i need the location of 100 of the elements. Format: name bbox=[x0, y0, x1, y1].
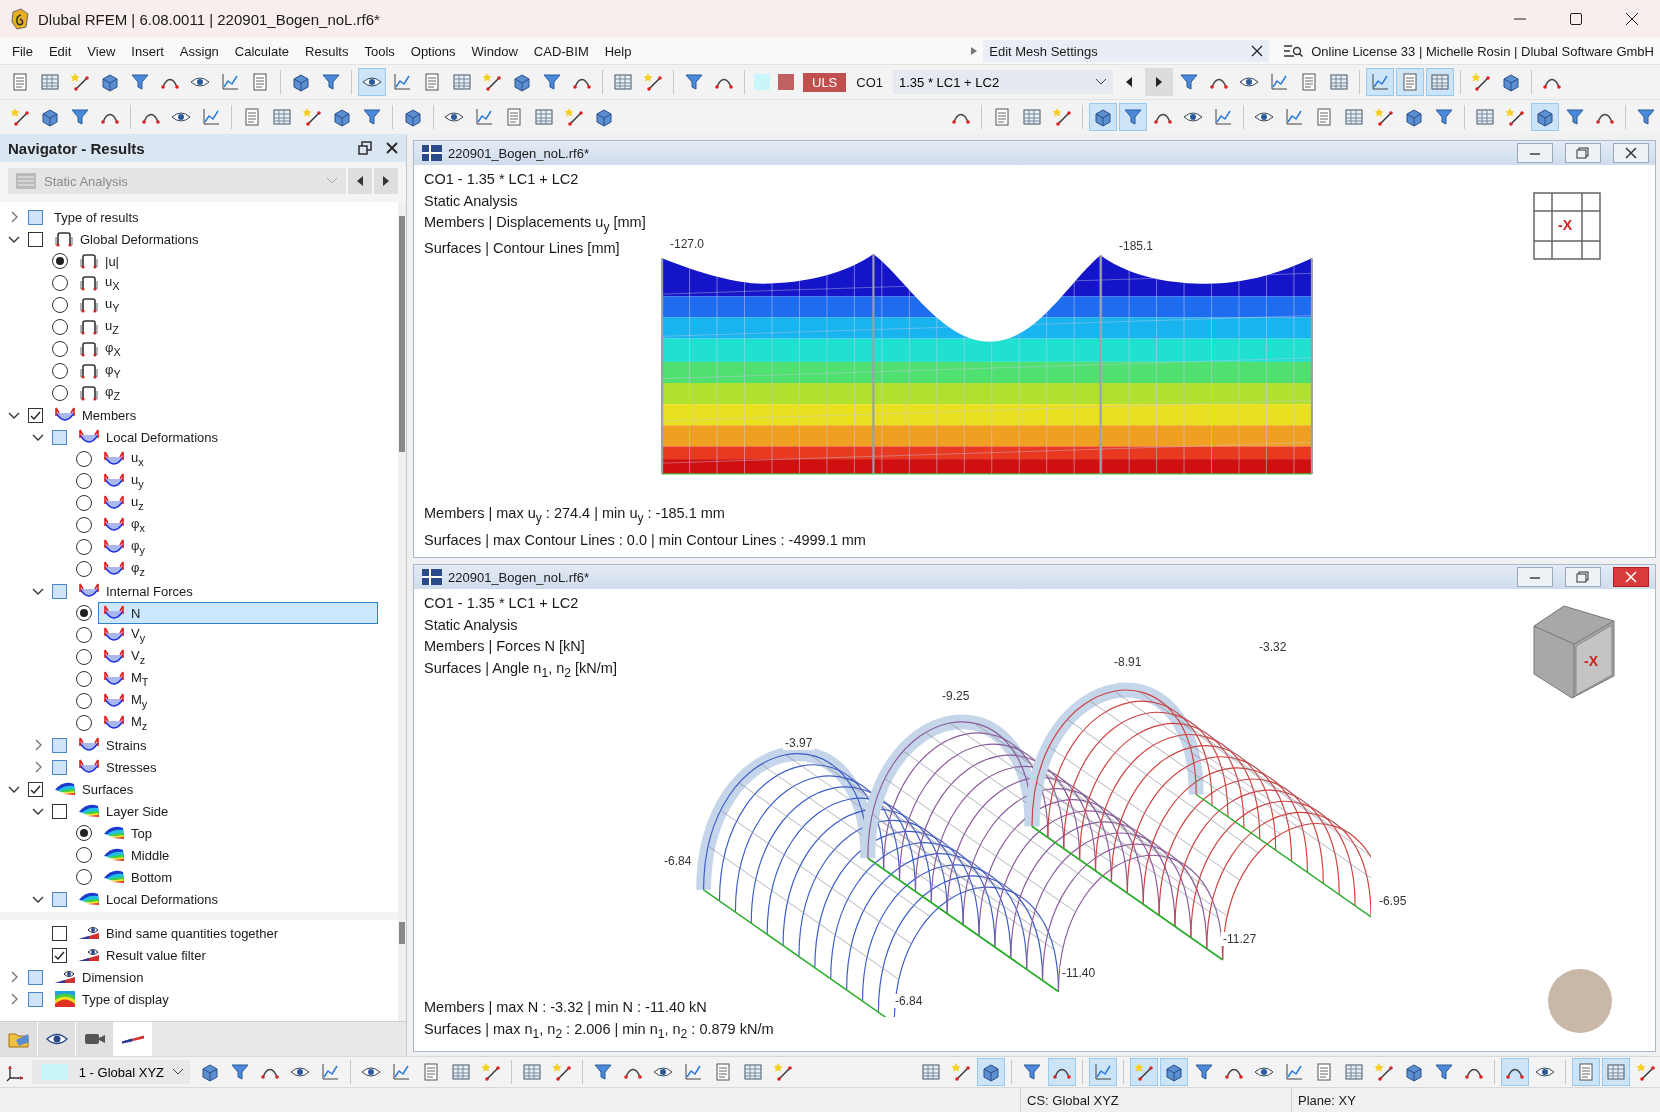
tree-item[interactable]: Surfaces bbox=[49, 778, 378, 800]
menu-item[interactable]: View bbox=[79, 43, 124, 59]
checkbox[interactable] bbox=[52, 891, 67, 907]
tree-item[interactable]: N bbox=[98, 602, 378, 624]
menu-item[interactable]: Options bbox=[402, 43, 464, 59]
radio-button[interactable] bbox=[76, 473, 92, 489]
radio-button[interactable] bbox=[76, 627, 92, 643]
menu-item[interactable]: Edit bbox=[40, 43, 80, 59]
menu-item[interactable]: Assign bbox=[171, 43, 227, 59]
tree-item[interactable]: u$_{X}$ bbox=[74, 272, 378, 294]
tool-button[interactable] bbox=[1089, 103, 1117, 131]
menu-item[interactable]: Tools bbox=[356, 43, 403, 59]
checkbox[interactable] bbox=[28, 407, 43, 423]
radio-button[interactable] bbox=[76, 539, 92, 555]
close-button[interactable] bbox=[1613, 567, 1649, 587]
menu-item[interactable]: CAD-BIM bbox=[525, 43, 597, 59]
menu-item[interactable]: File bbox=[4, 43, 41, 59]
tree-item[interactable]: M$_{z}$ bbox=[98, 712, 378, 734]
menu-item[interactable]: Calculate bbox=[226, 43, 298, 59]
view-grid-icon[interactable] bbox=[1532, 191, 1602, 261]
tree-item[interactable]: M$_{T}$ bbox=[98, 668, 378, 690]
checkbox[interactable] bbox=[52, 947, 67, 963]
coordinate-system-dropdown[interactable]: 1 - Global XYZ bbox=[32, 1060, 190, 1084]
close-icon[interactable] bbox=[386, 142, 398, 154]
checkbox[interactable] bbox=[52, 759, 67, 775]
close-icon[interactable] bbox=[1251, 45, 1264, 57]
tree-item[interactable]: u$_{y}$ bbox=[98, 470, 378, 492]
menu-item[interactable]: Help bbox=[596, 43, 640, 59]
tree-item[interactable]: φ$_{z}$ bbox=[98, 558, 378, 580]
search-list-icon[interactable] bbox=[1283, 43, 1304, 59]
scrollbar-thumb[interactable] bbox=[399, 216, 405, 452]
tree-item[interactable]: u$_{z}$ bbox=[98, 492, 378, 514]
checkbox[interactable] bbox=[28, 969, 43, 985]
restore-button[interactable] bbox=[1565, 567, 1601, 587]
navigator-tab[interactable] bbox=[114, 1022, 152, 1056]
scrollbar-thumb[interactable] bbox=[399, 922, 405, 944]
tree-item[interactable]: V$_{y}$ bbox=[98, 624, 378, 646]
close-button[interactable] bbox=[1613, 143, 1649, 163]
radio-button[interactable] bbox=[76, 869, 92, 885]
tool-button[interactable] bbox=[1119, 103, 1147, 131]
next-button[interactable] bbox=[1145, 68, 1174, 96]
menu-item[interactable]: Insert bbox=[123, 43, 172, 59]
checkbox[interactable] bbox=[52, 583, 67, 599]
tool-button[interactable] bbox=[1048, 1058, 1076, 1086]
checkbox[interactable] bbox=[28, 991, 43, 1007]
radio-button[interactable] bbox=[52, 253, 68, 269]
tree-item[interactable]: Type of results bbox=[49, 206, 378, 228]
menu-item[interactable]: Window bbox=[463, 43, 526, 59]
tree-item[interactable]: Result value filter bbox=[73, 944, 378, 966]
menu-item[interactable]: Results bbox=[297, 43, 357, 59]
tree-item[interactable]: Layer Side bbox=[73, 800, 378, 822]
tree-item[interactable]: φ$_{y}$ bbox=[98, 536, 378, 558]
radio-button[interactable] bbox=[76, 693, 92, 709]
tree-item[interactable]: φ$_{Z}$ bbox=[74, 382, 378, 404]
navigator-tab[interactable] bbox=[38, 1022, 76, 1056]
radio-button[interactable] bbox=[76, 649, 92, 665]
restore-icon[interactable] bbox=[358, 141, 372, 155]
radio-button[interactable] bbox=[76, 715, 92, 731]
tree-item[interactable]: Global Deformations bbox=[49, 228, 378, 250]
radio-button[interactable] bbox=[52, 297, 68, 313]
restore-button[interactable] bbox=[1565, 143, 1601, 163]
radio-button[interactable] bbox=[76, 451, 92, 467]
tool-button[interactable] bbox=[358, 68, 386, 96]
radio-button[interactable] bbox=[76, 825, 92, 841]
tool-button[interactable] bbox=[1501, 1058, 1529, 1086]
checkbox[interactable] bbox=[52, 737, 67, 753]
radio-button[interactable] bbox=[76, 517, 92, 533]
tree-item[interactable]: M$_{y}$ bbox=[98, 690, 378, 712]
minimize-button[interactable] bbox=[1517, 567, 1553, 587]
radio-button[interactable] bbox=[76, 495, 92, 511]
tool-button[interactable] bbox=[1089, 1058, 1117, 1086]
radio-button[interactable] bbox=[52, 341, 68, 357]
tree-item[interactable]: φ$_{Y}$ bbox=[74, 360, 378, 382]
tool-button[interactable] bbox=[1531, 103, 1559, 131]
tool-button[interactable] bbox=[1160, 1058, 1188, 1086]
tree-item[interactable]: Dimension bbox=[49, 966, 378, 988]
tree-item[interactable]: Top bbox=[98, 822, 378, 844]
tree-item[interactable]: φ$_{X}$ bbox=[74, 338, 378, 360]
tree-item[interactable]: Bind same quantities together bbox=[73, 922, 378, 944]
tree-item[interactable]: Strains bbox=[73, 734, 378, 756]
tree-item[interactable]: Local Deformations bbox=[73, 426, 378, 448]
tool-button[interactable] bbox=[1366, 68, 1395, 96]
checkbox[interactable] bbox=[28, 209, 43, 225]
checkbox[interactable] bbox=[52, 803, 67, 819]
radio-button[interactable] bbox=[76, 605, 92, 621]
radio-button[interactable] bbox=[76, 671, 92, 687]
radio-button[interactable] bbox=[52, 385, 68, 401]
tree-item[interactable]: V$_{z}$ bbox=[98, 646, 378, 668]
radio-button[interactable] bbox=[76, 847, 92, 863]
previous-button[interactable] bbox=[348, 168, 372, 194]
checkbox[interactable] bbox=[52, 429, 67, 445]
tree-item[interactable]: Internal Forces bbox=[73, 580, 378, 602]
radio-button[interactable] bbox=[52, 275, 68, 291]
command-search-field[interactable]: Edit Mesh Settings bbox=[983, 40, 1270, 62]
radio-button[interactable] bbox=[76, 561, 92, 577]
tree-item[interactable]: Middle bbox=[98, 844, 378, 866]
radio-button[interactable] bbox=[52, 319, 68, 335]
next-button[interactable] bbox=[374, 168, 398, 194]
tree-item[interactable]: Stresses bbox=[73, 756, 378, 778]
tool-button[interactable] bbox=[1130, 1058, 1158, 1086]
